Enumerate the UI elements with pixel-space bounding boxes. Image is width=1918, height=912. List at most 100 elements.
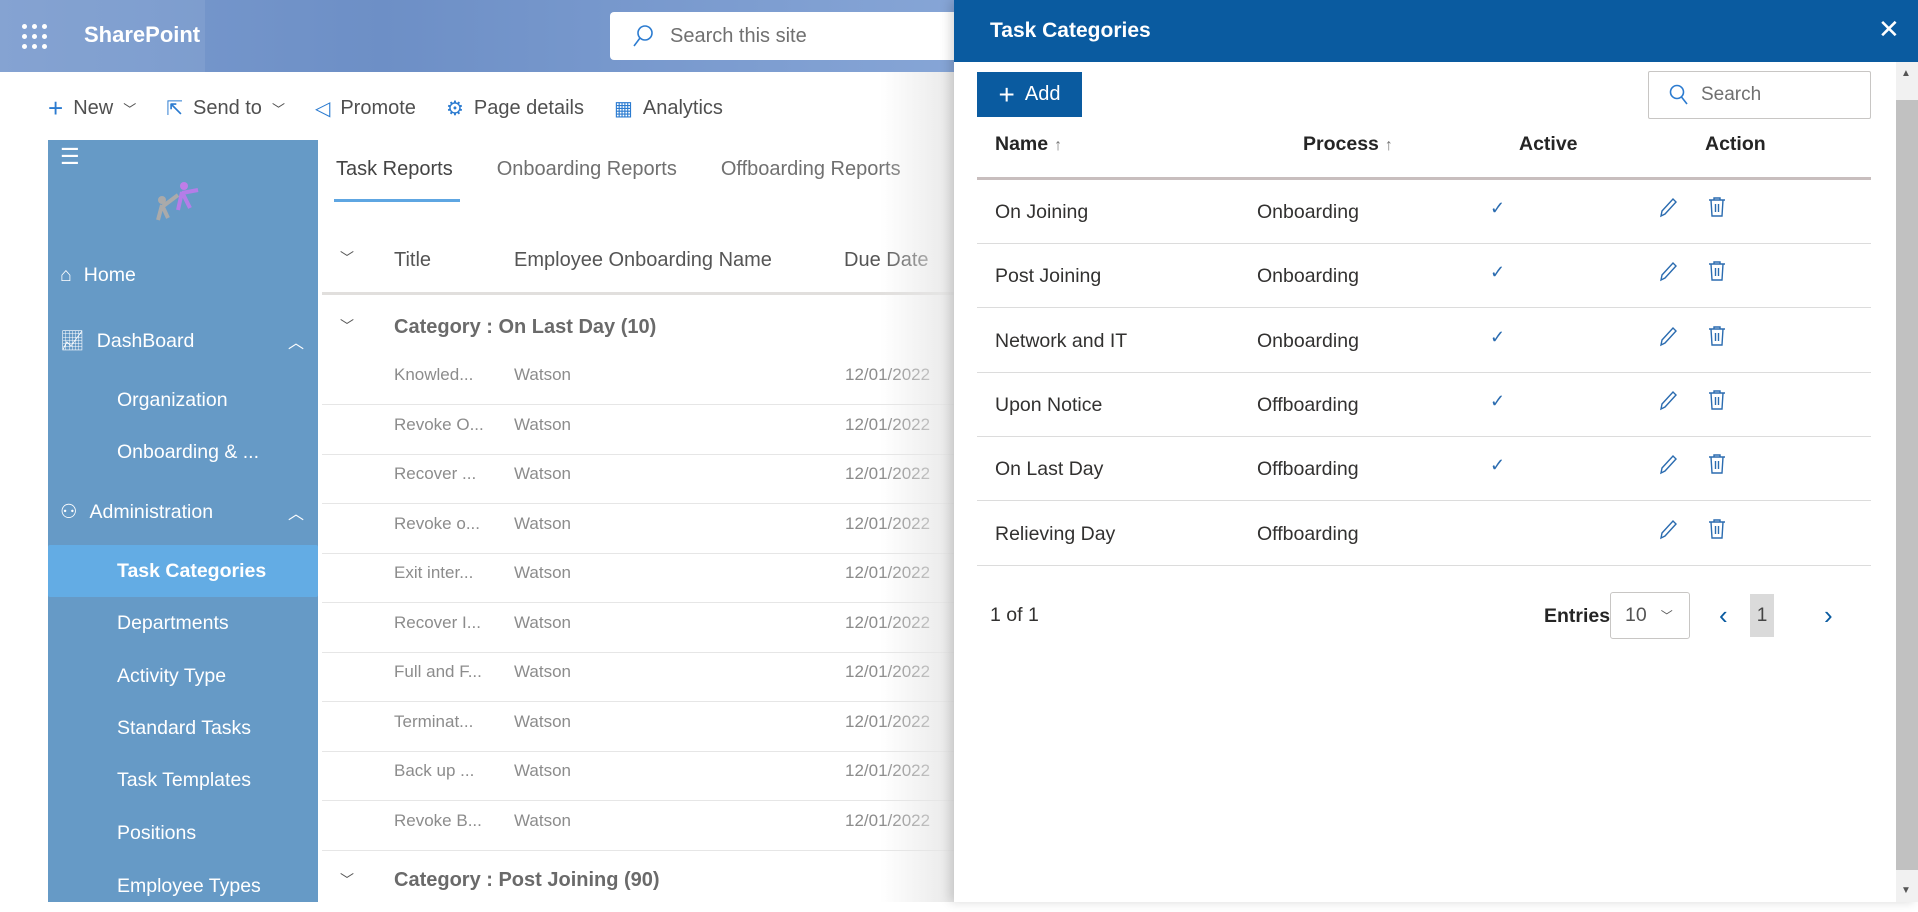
edit-icon[interactable] <box>1657 196 1679 223</box>
task-title[interactable]: Revoke o... <box>394 514 480 534</box>
promote-button[interactable]: ◁ Promote <box>315 96 416 121</box>
app-name[interactable]: SharePoint <box>84 22 200 48</box>
new-label: New <box>73 96 114 119</box>
task-title[interactable]: Revoke B... <box>394 811 482 831</box>
sidebar-item-home[interactable]: ⌂ Home <box>48 249 318 301</box>
sidebar-item-activity-type[interactable]: Activity Type <box>48 650 318 702</box>
tab-onboarding-reports[interactable]: Onboarding Reports <box>497 158 677 181</box>
sidebar-item-positions[interactable]: Positions <box>48 807 318 859</box>
page-details-button[interactable]: ⚙ Page details <box>446 96 584 121</box>
row-divider <box>322 750 954 752</box>
sidebar-item-label: Task Categories <box>117 559 267 582</box>
sidebar-item-onboarding[interactable]: Onboarding & ... <box>48 426 318 478</box>
edit-icon[interactable] <box>1657 453 1679 480</box>
group-header[interactable]: Category : On Last Day (10) <box>394 316 656 339</box>
group-header[interactable]: Category : Post Joining (90) <box>394 869 660 892</box>
task-title[interactable]: Exit inter... <box>394 563 473 583</box>
tab-offboarding-reports[interactable]: Offboarding Reports <box>721 158 901 181</box>
sidebar-item-administration[interactable]: ⚇ Administration ︿ <box>48 486 318 538</box>
task-title[interactable]: Full and F... <box>394 662 482 682</box>
new-button[interactable]: + New ﹀ <box>48 93 136 124</box>
plus-icon: + <box>48 92 64 123</box>
column-header-process[interactable]: Process ↑ <box>1303 133 1393 156</box>
sidebar-item-label: Task Templates <box>117 768 252 791</box>
next-page-icon[interactable]: › <box>1824 600 1833 631</box>
task-title[interactable]: Recover I... <box>394 613 481 633</box>
sidebar-item-task-templates[interactable]: Task Templates <box>48 754 318 806</box>
group-chevron-icon[interactable]: ﹀ <box>340 316 354 336</box>
sidebar-item-label: Home <box>83 263 136 286</box>
hamburger-menu-icon[interactable]: ☰ <box>60 144 80 170</box>
edit-icon[interactable] <box>1657 325 1679 352</box>
sidebar-item-label: Onboarding & ... <box>117 440 260 463</box>
column-header-action: Action <box>1705 133 1766 155</box>
column-header-employee[interactable]: Employee Onboarding Name <box>514 249 772 272</box>
category-name: On Last Day <box>995 458 1104 481</box>
task-title[interactable]: Knowled... <box>394 365 473 385</box>
employee-name: Watson <box>514 662 572 681</box>
delete-icon[interactable] <box>1707 260 1727 287</box>
app-launcher-icon[interactable] <box>22 24 48 50</box>
employee-name: Watson <box>514 414 572 434</box>
sidebar-item-label: Organization <box>117 388 228 411</box>
sidebar-item-organization[interactable]: Organization <box>48 374 318 426</box>
column-header-active: Active <box>1519 133 1578 155</box>
sidebar-item-label: Employee Types <box>117 874 261 897</box>
sidebar-item-label: Positions <box>117 821 197 844</box>
page-info: 1 of 1 <box>990 604 1039 626</box>
entries-select[interactable]: 10 ﹀ <box>1610 592 1690 639</box>
task-title[interactable]: Terminat... <box>394 712 473 732</box>
logo <box>156 182 199 221</box>
category-name: Post Joining <box>995 265 1102 288</box>
row-divider <box>322 552 954 554</box>
collapse-all-chevron-icon[interactable]: ﹀ <box>340 248 354 268</box>
sidebar-item-employee-types[interactable]: Employee Types <box>48 860 318 912</box>
task-categories-panel: Task Categories ✕ + Add Search Name ↑ Proc… <box>954 0 1918 902</box>
category-row: On Joining Onboarding ✓ <box>977 180 1871 244</box>
tab-task-reports[interactable]: Task Reports <box>336 158 453 181</box>
delete-icon[interactable] <box>1707 518 1727 545</box>
sidebar-item-departments[interactable]: Departments <box>48 597 318 649</box>
task-title[interactable]: Back up ... <box>394 761 474 781</box>
add-button[interactable]: + Add <box>977 72 1082 117</box>
sidebar-item-task-categories[interactable]: Task Categories <box>48 545 318 597</box>
chevron-up-icon: ︿ <box>287 506 304 523</box>
sort-ascending-icon: ↑ <box>1054 137 1063 154</box>
edit-icon[interactable] <box>1657 518 1679 545</box>
edit-icon[interactable] <box>1657 389 1679 416</box>
previous-page-icon[interactable]: ‹ <box>1719 600 1728 631</box>
delete-icon[interactable] <box>1707 196 1727 223</box>
scroll-up-icon[interactable]: ▲ <box>1901 68 1911 79</box>
overlay-shadow <box>880 72 954 902</box>
task-title[interactable]: Recover ... <box>394 464 476 484</box>
sidebar-item-standard-tasks[interactable]: Standard Tasks <box>48 702 318 754</box>
page-button-current[interactable]: 1 <box>1750 594 1774 637</box>
delete-icon[interactable] <box>1707 389 1727 416</box>
task-title[interactable]: Revoke O... <box>394 415 484 435</box>
sidebar-item-label: Departments <box>117 611 229 634</box>
close-icon[interactable]: ✕ <box>1878 14 1900 45</box>
sidebar-item-dashboard[interactable]: 📈︎ DashBoard ︿ <box>48 315 318 367</box>
column-label: Process <box>1303 133 1379 155</box>
employee-name: Watson <box>514 513 572 533</box>
row-divider <box>322 453 954 455</box>
analytics-button[interactable]: ▦ Analytics <box>614 96 723 121</box>
group-chevron-icon[interactable]: ﹀ <box>340 870 354 890</box>
search-input[interactable]: Search <box>1648 71 1871 119</box>
send-to-button[interactable]: ⇱ Send to ﹀ <box>166 96 285 121</box>
employee-name: Watson <box>514 464 572 483</box>
active-tab-indicator <box>334 199 460 202</box>
sidebar-item-label: Activity Type <box>117 664 227 687</box>
delete-icon[interactable] <box>1707 325 1727 352</box>
add-label: Add <box>1024 83 1061 105</box>
site-search-input[interactable]: Search this site <box>610 12 970 60</box>
scrollbar-thumb[interactable] <box>1896 100 1918 870</box>
edit-icon[interactable] <box>1657 260 1679 287</box>
category-row: Relieving Day Offboarding <box>977 502 1871 566</box>
category-name: Relieving Day <box>995 522 1116 545</box>
scroll-down-icon[interactable]: ▼ <box>1901 885 1911 896</box>
gear-icon: ⚙ <box>445 97 464 120</box>
delete-icon[interactable] <box>1707 453 1727 480</box>
column-header-name[interactable]: Name ↑ <box>995 133 1062 156</box>
column-header-title[interactable]: Title <box>394 249 431 272</box>
